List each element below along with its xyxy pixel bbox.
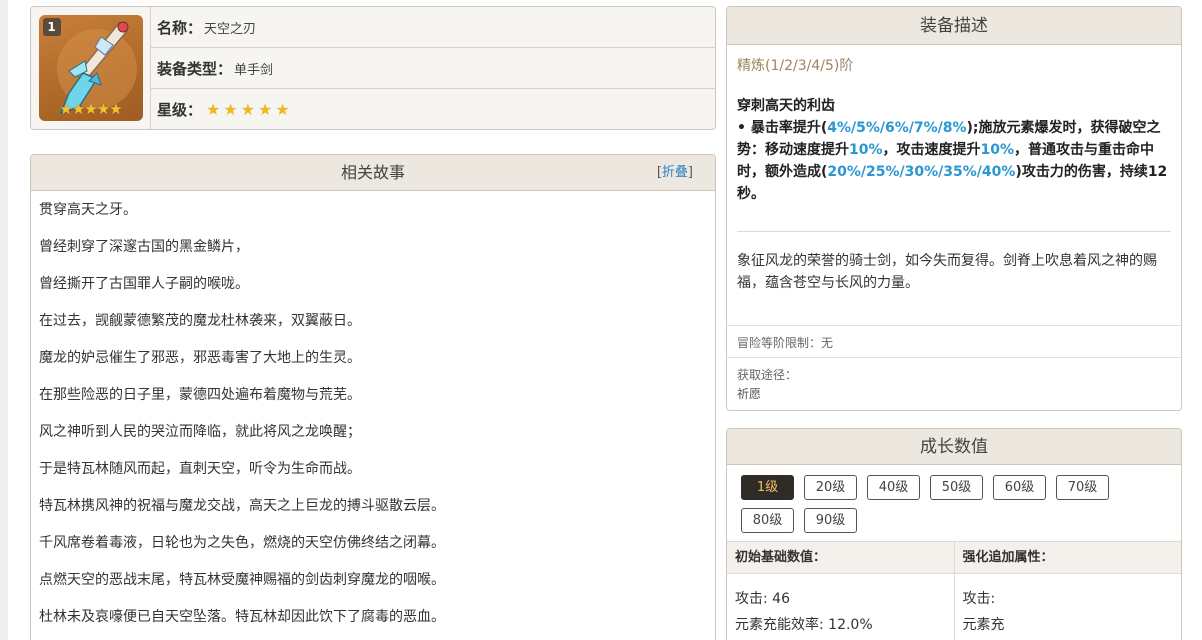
- weapon-image-box: 1 ★★★★★: [31, 7, 151, 129]
- refine-rank-badge: 1: [42, 18, 61, 36]
- level-button[interactable]: 80级: [741, 508, 794, 533]
- weapon-image: 1 ★★★★★: [38, 15, 143, 121]
- rarity-label: 星级：: [157, 100, 203, 119]
- star-icon: ★: [223, 99, 238, 119]
- move-speed-value: 10%: [849, 142, 883, 158]
- extra-damage-values: 20%/25%/30%/35%/40%: [827, 164, 1016, 180]
- rarity-stars: ★ ★ ★ ★ ★: [206, 100, 290, 119]
- base-stats-header: 初始基础数值：: [727, 542, 954, 574]
- stat-line: 元素充: [962, 617, 1005, 633]
- collapse-toggle[interactable]: [折叠]: [657, 155, 693, 191]
- star-icon: ★: [275, 99, 290, 119]
- left-column: 1 ★★★★★ 名称： 天空之刃 装备类型： 单手剑 星级： ★ ★ ★ ★ ★ 相关故…: [30, 6, 716, 640]
- star-icon: ★: [206, 99, 221, 119]
- passive-skill: 穿刺高天的利齿 • 暴击率提升(4%/5%/6%/7%/8%);施放元素爆发时，…: [727, 85, 1181, 231]
- story-line: 于是特瓦林随风而起，直刺天空，听令为生命而战。: [39, 461, 361, 477]
- refine-levels: 精炼(1/2/3/4/5)阶: [737, 58, 854, 74]
- level-button[interactable]: 60级: [993, 475, 1046, 500]
- story-line: 曾经刺穿了深邃古国的黑金鳞片，: [39, 239, 249, 255]
- obtain-method: 获取途径： 祈愿: [727, 357, 1181, 410]
- story-line: 贯穿高天之牙。: [39, 202, 137, 218]
- name-label: 名称：: [157, 18, 203, 37]
- weapon-info-card: 1 ★★★★★ 名称： 天空之刃 装备类型： 单手剑 星级： ★ ★ ★ ★ ★: [30, 6, 716, 130]
- right-column: 装备描述 精炼(1/2/3/4/5)阶 穿刺高天的利齿 • 暴击率提升(4%/5…: [726, 6, 1182, 640]
- level-button[interactable]: 20级: [804, 475, 857, 500]
- description-card: 装备描述 精炼(1/2/3/4/5)阶 穿刺高天的利齿 • 暴击率提升(4%/5…: [726, 6, 1182, 411]
- star-icon: ★: [258, 99, 273, 119]
- bonus-stats-header: 强化追加属性：: [954, 542, 1181, 574]
- growth-header: 成长数值: [727, 429, 1181, 465]
- star-icon: ★: [240, 99, 256, 119]
- level-button[interactable]: 1级: [741, 475, 794, 500]
- type-row: 装备类型： 单手剑: [151, 48, 715, 89]
- weapon-attributes: 名称： 天空之刃 装备类型： 单手剑 星级： ★ ★ ★ ★ ★: [151, 7, 715, 129]
- skill-name: 穿刺高天的利齿: [737, 98, 835, 114]
- story-line: 魔龙的妒忌催生了邪恶，邪恶毒害了大地上的生灵。: [39, 350, 361, 366]
- story-text: 贯穿高天之牙。曾经刺穿了深邃古国的黑金鳞片， 曾经撕开了古国罪人子嗣的喉咙。在过去…: [31, 191, 715, 640]
- growth-title: 成长数值: [920, 437, 988, 457]
- story-line: 在那些险恶的日子里，蒙德四处遍布着魔物与荒芜。: [39, 387, 361, 403]
- page-scroll-strip: [0, 0, 8, 640]
- bonus-stats-column: 强化追加属性： 攻击: 元素充: [953, 542, 1182, 640]
- skill-text: • 暴击率提升(4%/5%/6%/7%/8%);施放元素爆发时，获得破空之势：移…: [737, 120, 1168, 202]
- attack-speed-value: 10%: [980, 142, 1015, 158]
- stat-line: 攻击:: [962, 591, 996, 607]
- type-label: 装备类型：: [157, 59, 233, 78]
- growth-card: 成长数值 1级 20级 40级 50级 60级 70级 80级 90级 初始基础数值： 攻击:…: [726, 428, 1182, 640]
- story-line: 千风席卷着毒液，日轮也为之失色，燃烧的天空仿佛终结之闭幕。: [39, 535, 445, 551]
- weapon-name: 天空之刃: [204, 21, 257, 37]
- crit-rate-values: 4%/5%/6%/7%/8%: [827, 120, 967, 136]
- rarity-stars-overlay: ★★★★★: [59, 100, 122, 118]
- level-button[interactable]: 90级: [804, 508, 857, 533]
- name-row: 名称： 天空之刃: [151, 7, 715, 48]
- story-title: 相关故事: [340, 163, 405, 182]
- weapon-lore: 象征风龙的荣誉的骑士剑，如今失而复得。剑脊上吹息着风之神的赐福，蕴含苍空与长风的…: [737, 253, 1157, 291]
- description-header: 装备描述: [727, 7, 1181, 45]
- stat-table: 初始基础数值： 攻击: 46 元素充能效率: 12.0% 强化追加属性： 攻击: 元…: [727, 541, 1181, 640]
- obtain-value: 祈愿: [737, 387, 762, 401]
- description-title: 装备描述: [920, 16, 988, 36]
- level-button[interactable]: 70级: [1056, 475, 1109, 500]
- story-line: 曾经撕开了古国罪人子嗣的喉咙。: [39, 276, 249, 292]
- story-line: 风之神听到人民的哭泣而降临，就此将风之龙唤醒；: [39, 424, 361, 440]
- base-stats-values: 攻击: 46 元素充能效率: 12.0%: [727, 574, 954, 640]
- weapon-type: 单手剑: [234, 62, 274, 78]
- story-card: 相关故事 [折叠] 贯穿高天之牙。曾经刺穿了深邃古国的黑金鳞片， 曾经撕开了古国罪…: [30, 154, 716, 640]
- story-line: 特瓦林携风神的祝福与魔龙交战，高天之上巨龙的搏斗驱散云层。: [39, 498, 445, 514]
- story-header: 相关故事 [折叠]: [31, 155, 715, 191]
- bonus-stats-values: 攻击: 元素充: [955, 574, 1182, 640]
- stat-line: 攻击: 46: [735, 591, 790, 607]
- base-stats-column: 初始基础数值： 攻击: 46 元素充能效率: 12.0%: [727, 542, 954, 640]
- story-line: 杜林未及哀嚎便已自天空坠落。特瓦林却因此饮下了腐毒的恶血。: [39, 609, 445, 625]
- story-line: 点燃天空的恶战末尾，特瓦林受魔神赐福的剑齿刺穿魔龙的咽喉。: [39, 572, 445, 588]
- story-line: 在过去，觊觎蒙德繁茂的魔龙杜林袭来，双翼蔽日。: [39, 313, 361, 329]
- level-limit: 冒险等阶限制：无: [727, 325, 1181, 357]
- stat-line: 元素充能效率: 12.0%: [735, 617, 873, 633]
- level-button[interactable]: 50级: [930, 475, 983, 500]
- collapse-bracket-close: ]: [687, 165, 693, 180]
- level-selector: 1级 20级 40级 50级 60级 70级 80级 90级: [727, 465, 1147, 541]
- rarity-row: 星级： ★ ★ ★ ★ ★: [151, 89, 715, 129]
- collapse-link-text[interactable]: 折叠: [662, 165, 688, 180]
- level-button[interactable]: 40级: [867, 475, 920, 500]
- obtain-label: 获取途径：: [737, 368, 798, 382]
